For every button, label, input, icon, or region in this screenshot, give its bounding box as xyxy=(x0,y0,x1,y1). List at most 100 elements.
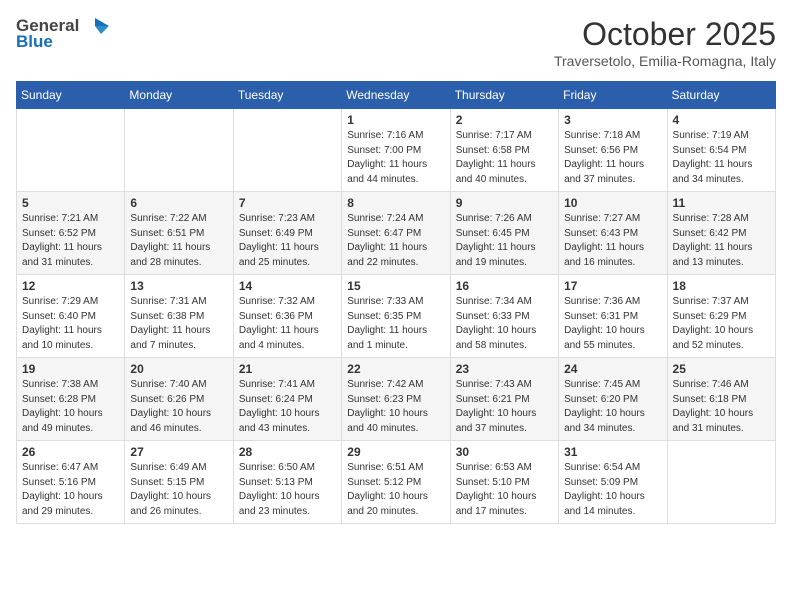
day-number: 3 xyxy=(564,113,661,127)
day-headers-row: SundayMondayTuesdayWednesdayThursdayFrid… xyxy=(17,82,776,109)
day-info: Sunrise: 7:31 AM Sunset: 6:38 PM Dayligh… xyxy=(130,295,227,353)
calendar-cell: 8Sunrise: 7:24 AM Sunset: 6:47 PM Daylig… xyxy=(342,192,450,275)
day-info: Sunrise: 7:26 AM Sunset: 6:45 PM Dayligh… xyxy=(456,212,553,270)
day-number: 28 xyxy=(239,445,336,459)
day-number: 17 xyxy=(564,279,661,293)
day-info: Sunrise: 7:42 AM Sunset: 6:23 PM Dayligh… xyxy=(347,378,444,436)
day-number: 25 xyxy=(673,362,770,376)
day-info: Sunrise: 7:36 AM Sunset: 6:31 PM Dayligh… xyxy=(564,295,661,353)
day-number: 5 xyxy=(22,196,119,210)
calendar-cell xyxy=(233,109,341,192)
day-info: Sunrise: 7:23 AM Sunset: 6:49 PM Dayligh… xyxy=(239,212,336,270)
day-info: Sunrise: 7:43 AM Sunset: 6:21 PM Dayligh… xyxy=(456,378,553,436)
day-header: Tuesday xyxy=(233,82,341,109)
day-number: 27 xyxy=(130,445,227,459)
day-info: Sunrise: 7:27 AM Sunset: 6:43 PM Dayligh… xyxy=(564,212,661,270)
day-info: Sunrise: 7:29 AM Sunset: 6:40 PM Dayligh… xyxy=(22,295,119,353)
calendar-cell: 23Sunrise: 7:43 AM Sunset: 6:21 PM Dayli… xyxy=(450,358,558,441)
day-number: 11 xyxy=(673,196,770,210)
calendar-cell: 2 Sunrise: 7:17 AM Sunset: 6:58 PM Daylig… xyxy=(450,109,558,192)
calendar-week-row: 5 Sunrise: 7:21 AM Sunset: 6:52 PM Daylig… xyxy=(17,192,776,275)
day-info: Sunrise: 6:47 AM Sunset: 5:16 PM Dayligh… xyxy=(22,461,119,519)
calendar-cell: 11 Sunrise: 7:28 AM Sunset: 6:42 PM Dayli… xyxy=(667,192,775,275)
day-header: Thursday xyxy=(450,82,558,109)
calendar-cell: 17 Sunrise: 7:36 AM Sunset: 6:31 PM Dayli… xyxy=(559,275,667,358)
calendar-table: SundayMondayTuesdayWednesdayThursdayFrid… xyxy=(16,81,776,524)
day-number: 4 xyxy=(673,113,770,127)
calendar-cell: 19Sunrise: 7:38 AM Sunset: 6:28 PM Dayli… xyxy=(17,358,125,441)
day-number: 12 xyxy=(22,279,119,293)
day-header: Saturday xyxy=(667,82,775,109)
day-number: 6 xyxy=(130,196,227,210)
calendar-cell: 24 Sunrise: 7:45 AM Sunset: 6:20 PM Dayli… xyxy=(559,358,667,441)
calendar-cell: 9 Sunrise: 7:26 AM Sunset: 6:45 PM Daylig… xyxy=(450,192,558,275)
calendar-week-row: 12 Sunrise: 7:29 AM Sunset: 6:40 PM Dayli… xyxy=(17,275,776,358)
day-info: Sunrise: 7:37 AM Sunset: 6:29 PM Dayligh… xyxy=(673,295,770,353)
calendar-cell: 25 Sunrise: 7:46 AM Sunset: 6:18 PM Dayli… xyxy=(667,358,775,441)
day-info: Sunrise: 7:38 AM Sunset: 6:28 PM Dayligh… xyxy=(22,378,119,436)
day-number: 10 xyxy=(564,196,661,210)
logo: General Blue xyxy=(16,16,109,52)
day-info: Sunrise: 7:28 AM Sunset: 6:42 PM Dayligh… xyxy=(673,212,770,270)
day-number: 2 xyxy=(456,113,553,127)
day-number: 7 xyxy=(239,196,336,210)
calendar-cell: 10 Sunrise: 7:27 AM Sunset: 6:43 PM Dayli… xyxy=(559,192,667,275)
day-info: Sunrise: 6:54 AM Sunset: 5:09 PM Dayligh… xyxy=(564,461,661,519)
month-title: October 2025 xyxy=(554,16,776,53)
day-info: Sunrise: 7:18 AM Sunset: 6:56 PM Dayligh… xyxy=(564,129,661,187)
day-number: 18 xyxy=(673,279,770,293)
calendar-week-row: 26 Sunrise: 6:47 AM Sunset: 5:16 PM Dayli… xyxy=(17,441,776,524)
day-number: 14 xyxy=(239,279,336,293)
day-info: Sunrise: 6:53 AM Sunset: 5:10 PM Dayligh… xyxy=(456,461,553,519)
day-number: 16 xyxy=(456,279,553,293)
calendar-cell: 22 Sunrise: 7:42 AM Sunset: 6:23 PM Dayli… xyxy=(342,358,450,441)
day-info: Sunrise: 7:17 AM Sunset: 6:58 PM Dayligh… xyxy=(456,129,553,187)
day-info: Sunrise: 7:34 AM Sunset: 6:33 PM Dayligh… xyxy=(456,295,553,353)
day-info: Sunrise: 6:49 AM Sunset: 5:15 PM Dayligh… xyxy=(130,461,227,519)
day-info: Sunrise: 7:40 AM Sunset: 6:26 PM Dayligh… xyxy=(130,378,227,436)
day-info: Sunrise: 7:41 AM Sunset: 6:24 PM Dayligh… xyxy=(239,378,336,436)
day-number: 15 xyxy=(347,279,444,293)
day-info: Sunrise: 6:50 AM Sunset: 5:13 PM Dayligh… xyxy=(239,461,336,519)
logo-blue-text: Blue xyxy=(16,32,53,52)
calendar-cell: 30Sunrise: 6:53 AM Sunset: 5:10 PM Dayli… xyxy=(450,441,558,524)
calendar-cell: 31 Sunrise: 6:54 AM Sunset: 5:09 PM Dayli… xyxy=(559,441,667,524)
day-info: Sunrise: 6:51 AM Sunset: 5:12 PM Dayligh… xyxy=(347,461,444,519)
calendar-cell: 4 Sunrise: 7:19 AM Sunset: 6:54 PM Daylig… xyxy=(667,109,775,192)
calendar-cell: 5 Sunrise: 7:21 AM Sunset: 6:52 PM Daylig… xyxy=(17,192,125,275)
calendar-week-row: 1Sunrise: 7:16 AM Sunset: 7:00 PM Daylig… xyxy=(17,109,776,192)
day-number: 13 xyxy=(130,279,227,293)
calendar-cell: 26 Sunrise: 6:47 AM Sunset: 5:16 PM Dayli… xyxy=(17,441,125,524)
day-info: Sunrise: 7:24 AM Sunset: 6:47 PM Dayligh… xyxy=(347,212,444,270)
title-section: October 2025 Traversetolo, Emilia-Romagn… xyxy=(554,16,776,69)
calendar-cell: 29 Sunrise: 6:51 AM Sunset: 5:12 PM Dayli… xyxy=(342,441,450,524)
day-number: 31 xyxy=(564,445,661,459)
day-number: 29 xyxy=(347,445,444,459)
day-info: Sunrise: 7:45 AM Sunset: 6:20 PM Dayligh… xyxy=(564,378,661,436)
calendar-cell: 28 Sunrise: 6:50 AM Sunset: 5:13 PM Dayli… xyxy=(233,441,341,524)
day-header: Friday xyxy=(559,82,667,109)
logo-bird-icon xyxy=(81,16,109,36)
day-number: 21 xyxy=(239,362,336,376)
calendar-cell: 21 Sunrise: 7:41 AM Sunset: 6:24 PM Dayli… xyxy=(233,358,341,441)
day-header: Wednesday xyxy=(342,82,450,109)
calendar-cell: 16 Sunrise: 7:34 AM Sunset: 6:33 PM Dayli… xyxy=(450,275,558,358)
calendar-cell: 27 Sunrise: 6:49 AM Sunset: 5:15 PM Dayli… xyxy=(125,441,233,524)
calendar-cell: 6Sunrise: 7:22 AM Sunset: 6:51 PM Daylig… xyxy=(125,192,233,275)
day-number: 20 xyxy=(130,362,227,376)
day-number: 9 xyxy=(456,196,553,210)
day-info: Sunrise: 7:19 AM Sunset: 6:54 PM Dayligh… xyxy=(673,129,770,187)
day-number: 24 xyxy=(564,362,661,376)
day-number: 26 xyxy=(22,445,119,459)
calendar-cell: 14 Sunrise: 7:32 AM Sunset: 6:36 PM Dayli… xyxy=(233,275,341,358)
day-info: Sunrise: 7:16 AM Sunset: 7:00 PM Dayligh… xyxy=(347,129,444,187)
day-info: Sunrise: 7:32 AM Sunset: 6:36 PM Dayligh… xyxy=(239,295,336,353)
day-info: Sunrise: 7:21 AM Sunset: 6:52 PM Dayligh… xyxy=(22,212,119,270)
calendar-cell: 3 Sunrise: 7:18 AM Sunset: 6:56 PM Daylig… xyxy=(559,109,667,192)
day-info: Sunrise: 7:46 AM Sunset: 6:18 PM Dayligh… xyxy=(673,378,770,436)
day-number: 22 xyxy=(347,362,444,376)
calendar-cell: 20 Sunrise: 7:40 AM Sunset: 6:26 PM Dayli… xyxy=(125,358,233,441)
calendar-cell xyxy=(125,109,233,192)
calendar-cell: 1Sunrise: 7:16 AM Sunset: 7:00 PM Daylig… xyxy=(342,109,450,192)
page-header: General Blue October 2025 Traversetolo, … xyxy=(16,16,776,69)
